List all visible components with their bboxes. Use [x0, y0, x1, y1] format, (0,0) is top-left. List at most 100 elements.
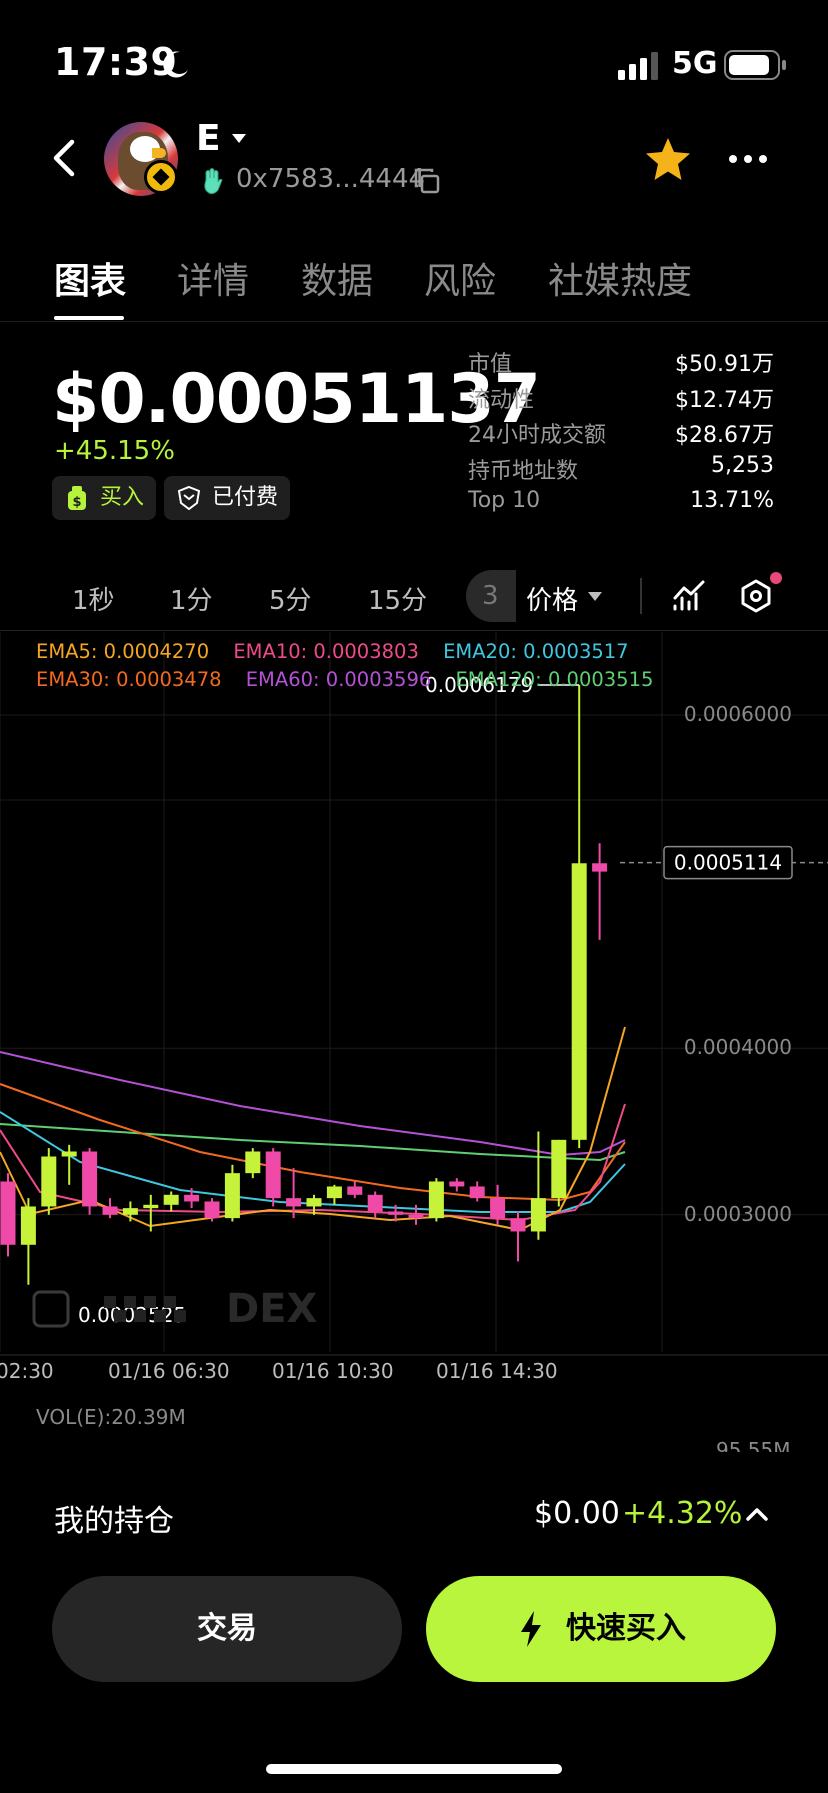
- indicator-chart-icon[interactable]: [672, 578, 706, 612]
- divider: [640, 578, 642, 614]
- tab-chart[interactable]: 图表: [54, 252, 126, 304]
- stat-value: 5,253: [711, 452, 774, 478]
- interval-1m[interactable]: 1分: [170, 580, 213, 617]
- tab-details[interactable]: 详情: [177, 252, 249, 304]
- candle-body: [41, 1156, 57, 1207]
- candle-body: [571, 863, 587, 1140]
- chevron-up-icon[interactable]: [744, 1504, 770, 1524]
- candle-body: [530, 1198, 546, 1232]
- candle-body: [102, 1206, 118, 1215]
- stat-value: $50.91万: [675, 352, 774, 377]
- candle-body: [265, 1151, 281, 1199]
- svg-text:$: $: [72, 495, 81, 510]
- watermark-logo-icon: [174, 1310, 186, 1322]
- home-indicator: [266, 1764, 562, 1774]
- watermark-logo-icon: [144, 1296, 156, 1308]
- trade-button[interactable]: 交易: [52, 1576, 402, 1682]
- y-tick-label: 0.0004000: [684, 1035, 792, 1059]
- candle-body: [143, 1204, 159, 1209]
- stat-label: 24小时成交额: [468, 423, 606, 448]
- chart-divider: [0, 630, 828, 631]
- chevron-down-icon[interactable]: [588, 592, 602, 601]
- holdings-label[interactable]: 我的持仓: [54, 1496, 174, 1540]
- network-type: 5G: [672, 46, 718, 81]
- stat-24h-volume: 24小时成交额 $28.67万: [468, 417, 774, 453]
- stat-label: 市值: [468, 352, 513, 377]
- stat-market-cap: 市值 $50.91万: [468, 346, 774, 382]
- ema-legend-row-1: EMA5: 0.0004270 EMA10: 0.0003803 EMA20: …: [36, 640, 647, 663]
- holdings-value: $0.00: [534, 1496, 620, 1531]
- token-stats: 市值 $50.91万 流动性 $12.74万 24小时成交额 $28.67万 持…: [468, 346, 774, 524]
- cellular-signal-icon: [618, 52, 658, 80]
- price-chart[interactable]: 0.0006000 0.0004000 0.0003000 02:30 01/16 06…: [0, 632, 828, 1456]
- candle-body: [204, 1201, 220, 1219]
- candle-body: [286, 1198, 302, 1207]
- stat-liquidity: 流动性 $12.74万: [468, 382, 774, 418]
- candle-body: [61, 1151, 77, 1157]
- x-tick-label: 01/16 14:30: [436, 1359, 558, 1383]
- watermark-logo-icon: [134, 1310, 146, 1322]
- watermark-logo-icon: [154, 1310, 166, 1322]
- stat-value: 13.71%: [690, 488, 774, 513]
- ema30-label: EMA30: 0.0003478: [36, 668, 222, 691]
- bottom-panel: 我的持仓 $0.00 +4.32% 交易 快速买入: [0, 1448, 828, 1793]
- price-type-dropdown[interactable]: 价格: [526, 580, 578, 617]
- chart-settings-icon[interactable]: [738, 578, 774, 614]
- candle-body: [490, 1198, 506, 1219]
- watermark-logo-icon: [124, 1296, 136, 1308]
- back-arrow-icon[interactable]: [46, 136, 86, 180]
- current-price-label: 0.0005114: [674, 851, 782, 875]
- candle-body: [408, 1214, 424, 1219]
- tab-bar: 图表 详情 数据 风险 社媒热度: [0, 248, 828, 322]
- tab-data[interactable]: 数据: [301, 252, 373, 304]
- stat-value: $28.67万: [675, 423, 774, 448]
- tab-social-heat[interactable]: 社媒热度: [548, 252, 692, 304]
- stat-label: 持币地址数: [468, 458, 579, 484]
- candlestick-chart-svg[interactable]: 0.0006000 0.0004000 0.0003000 02:30 01/16 06…: [0, 632, 828, 1456]
- candle-body: [184, 1194, 200, 1202]
- ema20-label: EMA20: 0.0003517: [443, 640, 629, 663]
- watermark-logo-icon: [104, 1296, 116, 1308]
- candle-body: [326, 1186, 342, 1199]
- interval-more[interactable]: 3: [466, 570, 516, 622]
- y-tick-label: 0.0003000: [684, 1202, 792, 1226]
- more-options-icon[interactable]: [728, 152, 768, 166]
- active-tab-indicator: [54, 316, 124, 320]
- interval-1s[interactable]: 1秒: [72, 580, 115, 617]
- notification-dot: [770, 572, 782, 584]
- status-bar: 17:39 5G: [0, 0, 828, 130]
- interval-15m[interactable]: 15分: [368, 580, 427, 617]
- candle-body: [82, 1151, 98, 1207]
- candle-body: [306, 1198, 322, 1207]
- eagle-shield-icon: [177, 485, 201, 511]
- candle-body: [347, 1186, 363, 1195]
- ema60-line: [0, 1051, 626, 1157]
- buy-tag-label: 买入: [100, 485, 145, 510]
- candle-body: [388, 1211, 404, 1215]
- stat-label: Top 10: [468, 488, 541, 513]
- battery-icon: [724, 50, 786, 80]
- interval-5m[interactable]: 5分: [269, 580, 312, 617]
- stat-holders: 持币地址数 5,253: [468, 453, 774, 489]
- x-tick-label: 01/16 10:30: [272, 1359, 394, 1383]
- tab-risk[interactable]: 风险: [424, 252, 496, 304]
- ema5-label: EMA5: 0.0004270: [36, 640, 210, 663]
- quick-buy-button[interactable]: 快速买入: [426, 1576, 776, 1682]
- volume-tick-label: 95.55M: [716, 1438, 791, 1452]
- candle-body: [367, 1194, 383, 1212]
- x-tick-label: 01/16 06:30: [108, 1359, 230, 1383]
- money-bag-icon: $: [68, 486, 86, 510]
- copy-icon[interactable]: [414, 168, 440, 194]
- volume-label: VOL(E):20.39M: [36, 1405, 186, 1429]
- candle-body: [551, 1139, 567, 1199]
- favorite-star-icon[interactable]: [644, 136, 692, 182]
- paid-tag-label: 已付费: [212, 485, 279, 510]
- bnb-chain-badge-icon: [144, 160, 178, 194]
- ema120-label: EMA120: 0.0003515: [455, 668, 654, 691]
- interval-bar: 1秒 1分 5分 15分 3 价格: [0, 566, 828, 626]
- buy-tag[interactable]: $ 买入: [52, 476, 157, 520]
- candle-body: [449, 1181, 465, 1187]
- paid-tag[interactable]: 已付费: [164, 476, 291, 520]
- token-name[interactable]: E: [196, 118, 221, 159]
- token-dropdown-caret-icon[interactable]: [232, 134, 246, 143]
